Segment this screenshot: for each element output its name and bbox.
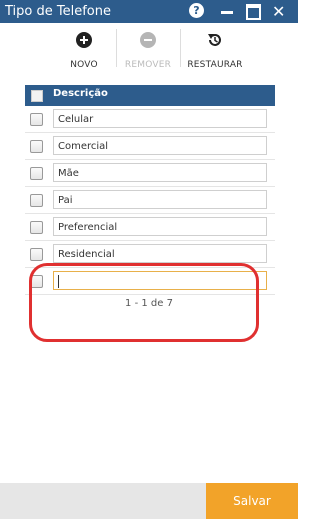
- toolbar-divider: [116, 29, 117, 67]
- save-button[interactable]: Salvar: [206, 483, 298, 519]
- maximize-button[interactable]: [244, 2, 262, 20]
- window-title: Tipo de Telefone: [5, 4, 111, 19]
- help-icon: ?: [189, 3, 204, 18]
- table-row: Celular: [25, 106, 275, 133]
- descricao-input[interactable]: Preferencial: [53, 217, 267, 236]
- row-checkbox[interactable]: [30, 167, 43, 180]
- table-row: Comercial: [25, 133, 275, 160]
- descricao-input[interactable]: Pai: [53, 190, 267, 209]
- plus-circle-icon: [76, 32, 92, 48]
- help-button[interactable]: ?: [188, 2, 206, 20]
- column-header-descricao: Descrição: [53, 88, 108, 99]
- remover-label: REMOVER: [124, 60, 172, 70]
- footer: Salvar: [0, 483, 298, 519]
- remover-button[interactable]: REMOVER: [120, 29, 176, 70]
- restaurar-button[interactable]: RESTAURAR: [183, 29, 247, 70]
- minimize-icon: [221, 11, 233, 14]
- close-button[interactable]: ✕: [272, 2, 290, 21]
- row-checkbox[interactable]: [30, 221, 43, 234]
- descricao-input[interactable]: Residencial: [53, 244, 267, 263]
- descricao-input[interactable]: Comercial: [53, 136, 267, 155]
- toolbar-divider: [180, 29, 181, 67]
- restaurar-label: RESTAURAR: [187, 60, 243, 70]
- table-row: Pai: [25, 187, 275, 214]
- row-checkbox[interactable]: [30, 194, 43, 207]
- maximize-icon: [246, 4, 261, 20]
- select-all-checkbox[interactable]: [31, 90, 43, 102]
- table-header: Descrição: [25, 85, 275, 106]
- descricao-input[interactable]: Mãe: [53, 163, 267, 182]
- minus-circle-icon: [140, 32, 156, 48]
- row-checkbox[interactable]: [30, 140, 43, 153]
- row-checkbox[interactable]: [30, 113, 43, 126]
- close-icon: ✕: [272, 2, 286, 21]
- highlight-annotation: [29, 263, 259, 342]
- descricao-input[interactable]: Celular: [53, 109, 267, 128]
- table-row: Mãe: [25, 160, 275, 187]
- novo-label: NOVO: [70, 60, 98, 70]
- row-checkbox[interactable]: [30, 248, 43, 261]
- title-bar: Tipo de Telefone ? ✕: [0, 0, 298, 23]
- toolbar: NOVO REMOVER RESTAURAR: [0, 23, 298, 79]
- minimize-button[interactable]: [218, 2, 236, 20]
- table-row: Preferencial: [25, 214, 275, 241]
- novo-button[interactable]: NOVO: [60, 29, 108, 70]
- restore-icon: [208, 34, 221, 46]
